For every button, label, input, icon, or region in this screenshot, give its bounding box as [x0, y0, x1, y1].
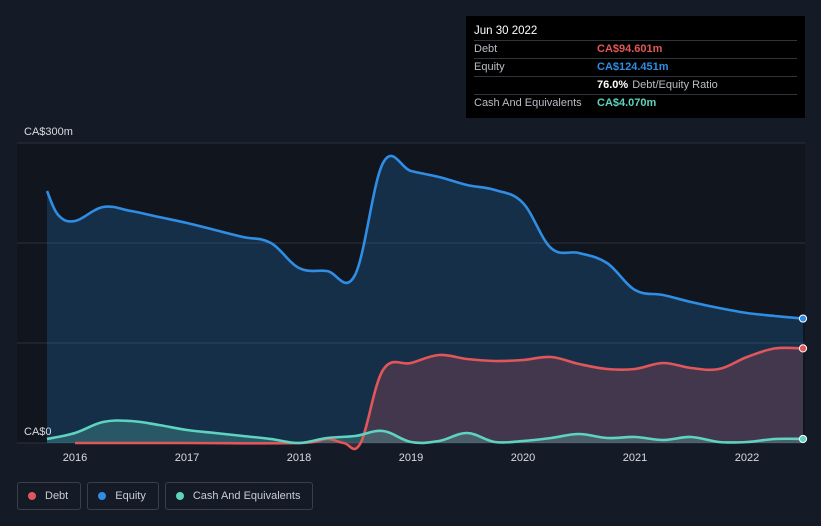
tooltip-label: Cash And Equivalents [474, 97, 582, 109]
tooltip-row-debt: Debt CA$94.601m [474, 40, 797, 58]
tooltip-date: Jun 30 2022 [474, 25, 538, 37]
tooltip-value: CA$4.070m [597, 97, 657, 109]
equity-end-marker [798, 314, 808, 323]
x-tick-label: 2018 [287, 452, 311, 464]
legend-label: Debt [45, 490, 69, 502]
tooltip-value: CA$124.451m [597, 61, 669, 73]
debt-end-marker [798, 344, 808, 353]
x-tick-label: 2021 [623, 452, 647, 464]
tooltip-label: Equity [474, 61, 505, 73]
chart-legend: Debt Equity Cash And Equivalents [17, 482, 319, 510]
tooltip-row-ratio: 76.0% Debt/Equity Ratio [474, 76, 797, 94]
tooltip-label: Debt [474, 43, 498, 55]
tooltip-row-cash: Cash And Equivalents CA$4.070m [474, 94, 797, 112]
data-tooltip: Jun 30 2022 Debt CA$94.601m Equity CA$12… [466, 16, 805, 118]
x-tick-label: 2022 [735, 452, 759, 464]
legend-label: Equity [115, 490, 146, 502]
legend-label: Cash And Equivalents [192, 490, 301, 502]
legend-swatch [28, 492, 36, 500]
tooltip-value: CA$94.601m [597, 43, 663, 55]
legend-item-debt[interactable]: Debt [17, 482, 82, 510]
legend-item-cash[interactable]: Cash And Equivalents [164, 482, 314, 510]
x-axis-labels: 2016 2017 2018 2019 2020 2021 2022 [63, 452, 759, 464]
tooltip-row-equity: Equity CA$124.451m [474, 58, 797, 76]
x-tick-label: 2017 [175, 452, 199, 464]
legend-swatch [175, 492, 184, 500]
x-tick-label: 2016 [63, 452, 87, 464]
cash-and-equivalents-end-marker [798, 434, 808, 444]
x-tick-label: 2020 [511, 452, 535, 464]
x-tick-label: 2019 [399, 452, 423, 464]
legend-item-equity[interactable]: Equity [87, 482, 159, 510]
legend-swatch [98, 492, 107, 500]
tooltip-value: 76.0% [597, 79, 629, 91]
y-tick-label: CA$300m [24, 126, 73, 138]
tooltip-label [474, 77, 597, 94]
tooltip-ratio-label: Debt/Equity Ratio [632, 79, 718, 91]
y-tick-label: CA$0 [24, 426, 52, 438]
